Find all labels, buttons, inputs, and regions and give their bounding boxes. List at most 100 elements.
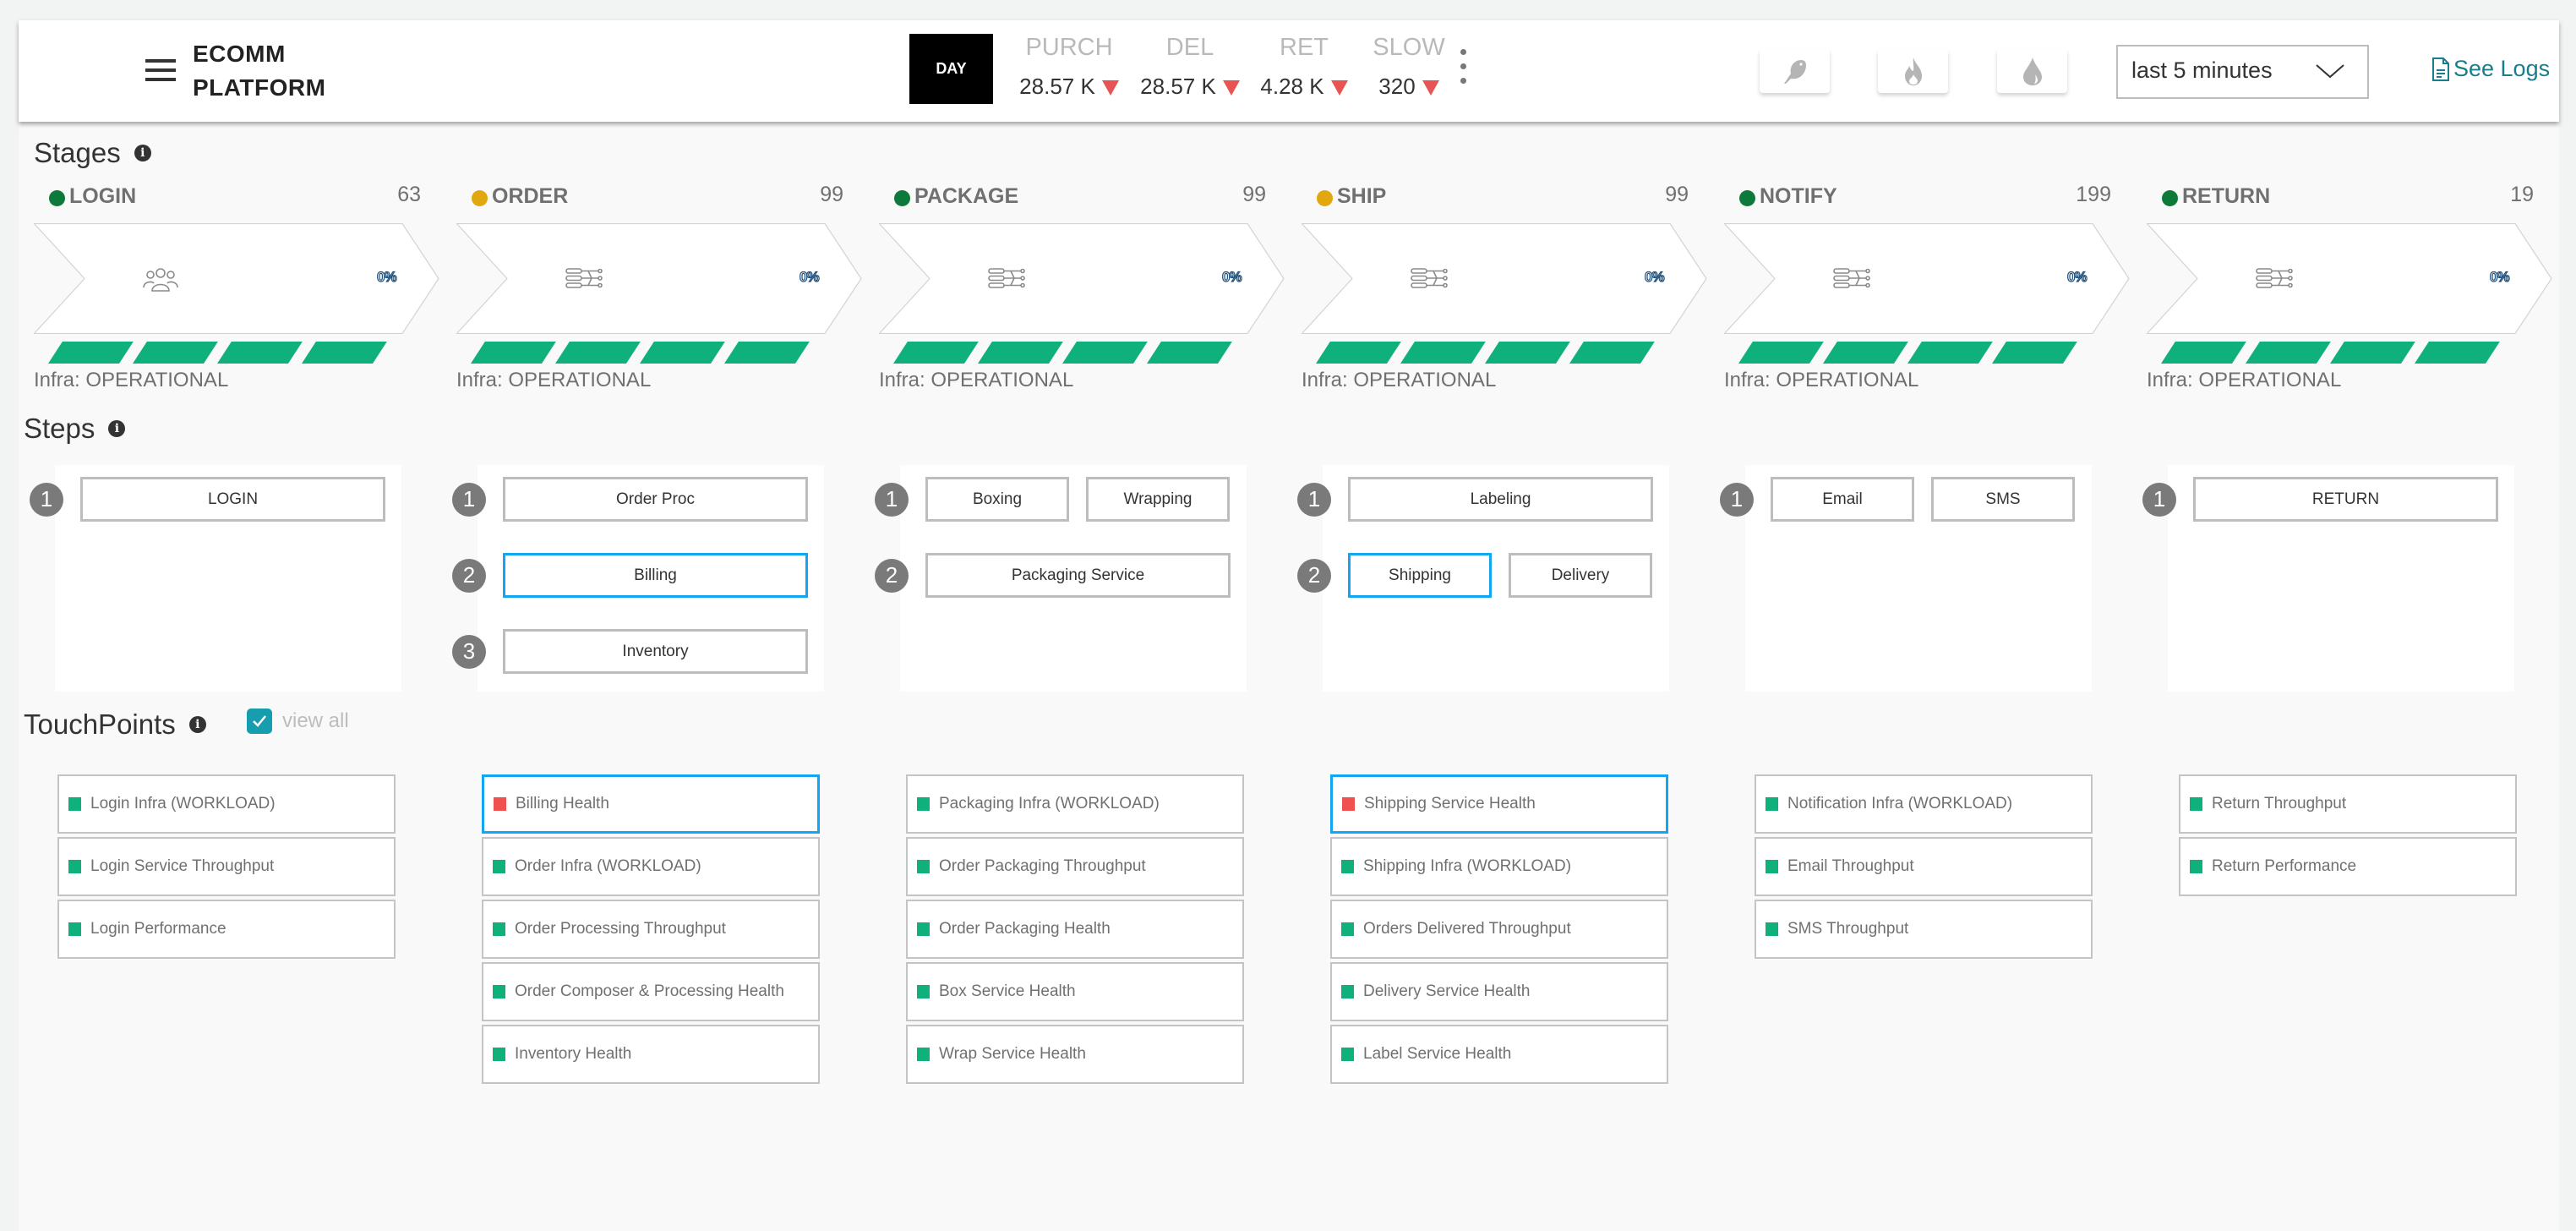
step-button-login[interactable]: LOGIN	[80, 477, 385, 522]
touchpoint-label: Label Service Health	[1363, 1045, 1512, 1063]
step-button-email[interactable]: Email	[1771, 477, 1914, 522]
touchpoint-card[interactable]: Order Packaging Throughput	[906, 837, 1244, 896]
step-button-shipping[interactable]: Shipping	[1348, 553, 1492, 598]
status-square-icon	[1341, 860, 1354, 873]
stage-package[interactable]: PACKAGE 99 0% Infra: OPERATIONAL	[879, 183, 1285, 396]
steps-panel-login: 1 LOGIN	[30, 465, 401, 692]
touchpoint-card[interactable]: Return Performance	[2179, 837, 2517, 896]
health-bar-segment	[555, 342, 641, 364]
touchpoint-card[interactable]: Login Infra (WORKLOAD)	[57, 774, 396, 834]
checkbox-checked-icon[interactable]	[247, 709, 272, 734]
status-square-icon	[68, 860, 81, 873]
touchpoint-card[interactable]: Box Service Health	[906, 962, 1244, 1021]
stage-count: 99	[1242, 183, 1266, 206]
info-icon[interactable]: i	[108, 420, 126, 437]
stage-header: LOGIN 63	[49, 183, 421, 211]
view-all-checkbox[interactable]: view all	[247, 709, 349, 734]
step-number-badge: 2	[452, 558, 486, 593]
touchpoint-card[interactable]: Notification Infra (WORKLOAD)	[1755, 774, 2093, 834]
stage-percent: 0%	[1221, 268, 1242, 285]
see-logs-label: See Logs	[2453, 56, 2551, 81]
touchpoint-card[interactable]: Order Packaging Health	[906, 900, 1244, 959]
step-button-labeling[interactable]: Labeling	[1348, 477, 1653, 522]
step-button-billing[interactable]: Billing	[503, 553, 808, 598]
fire-button[interactable]	[1878, 49, 1948, 93]
touchpoint-card[interactable]: Order Infra (WORKLOAD)	[482, 837, 820, 896]
stage-order[interactable]: ORDER 99 0% Infra: OPERATIONAL	[456, 183, 862, 396]
stage-return[interactable]: RETURN 19 0% Infra: OPERATIONAL	[2147, 183, 2552, 396]
time-range-select[interactable]: last 5 minutes	[2116, 45, 2369, 99]
info-icon[interactable]: i	[134, 145, 151, 161]
stage-login[interactable]: LOGIN 63 0% Infra: OPERATIONAL	[34, 183, 439, 396]
step-number-badge: 2	[1297, 558, 1331, 593]
step-button-packaging-service[interactable]: Packaging Service	[925, 553, 1231, 598]
touchpoints-column-return: Return Throughput Return Performance	[2179, 774, 2517, 900]
step-button-wrapping[interactable]: Wrapping	[1086, 477, 1230, 522]
step-number-badge: 1	[2142, 482, 2176, 517]
health-bar-segment	[302, 342, 387, 364]
step-button-inventory[interactable]: Inventory	[503, 629, 808, 674]
touchpoint-card[interactable]: Wrap Service Health	[906, 1025, 1244, 1084]
touchpoint-card[interactable]: Login Service Throughput	[57, 837, 396, 896]
stage-icon	[987, 267, 1026, 293]
status-dot-icon	[49, 190, 65, 206]
health-bars	[2147, 342, 2502, 364]
touchpoint-card[interactable]: Inventory Health	[482, 1025, 820, 1084]
touchpoint-card[interactable]: Label Service Health	[1330, 1025, 1668, 1084]
touchpoint-label: Login Service Throughput	[90, 857, 275, 875]
workflow-icon	[2256, 268, 2293, 288]
menu-icon[interactable]	[145, 59, 176, 81]
step-button-sms[interactable]: SMS	[1931, 477, 2075, 522]
touchpoint-card[interactable]: Order Processing Throughput	[482, 900, 820, 959]
stage-count: 19	[2510, 183, 2534, 206]
step-button-order-proc[interactable]: Order Proc	[503, 477, 808, 522]
touchpoint-card[interactable]: Email Throughput	[1755, 837, 2093, 896]
health-bar-segment	[1738, 342, 1824, 364]
touchpoint-card[interactable]: Billing Health	[482, 774, 820, 834]
status-square-icon	[917, 922, 930, 936]
stage-ship[interactable]: SHIP 99 0% Infra: OPERATIONAL	[1302, 183, 1707, 396]
touchpoint-card[interactable]: Return Throughput	[2179, 774, 2517, 834]
metric-value-row: 28.57 K	[1001, 71, 1137, 101]
drop-button[interactable]	[1997, 49, 2067, 93]
period-day-button[interactable]: DAY	[909, 34, 993, 104]
touchpoint-card[interactable]: Login Performance	[57, 900, 396, 959]
step-button-delivery[interactable]: Delivery	[1509, 553, 1652, 598]
info-icon[interactable]: i	[188, 716, 206, 733]
more-options-icon[interactable]	[1459, 47, 1467, 86]
stage-icon	[1832, 267, 1871, 293]
bird-button[interactable]	[1760, 49, 1830, 93]
health-bar-segment	[217, 342, 303, 364]
workflow-icon	[1833, 268, 1870, 288]
metric-value: 320	[1378, 74, 1416, 99]
touchpoint-card[interactable]: Packaging Infra (WORKLOAD)	[906, 774, 1244, 834]
stage-icon	[1410, 267, 1449, 293]
touchpoint-card[interactable]: Orders Delivered Throughput	[1330, 900, 1668, 959]
steps-heading: Steps i	[24, 413, 126, 445]
touchpoint-card[interactable]: Order Composer & Processing Health	[482, 962, 820, 1021]
status-square-icon	[493, 985, 505, 998]
stage-notify[interactable]: NOTIFY 199 0% Infra: OPERATIONAL	[1724, 183, 2130, 396]
step-button-boxing[interactable]: Boxing	[925, 477, 1069, 522]
touchpoints-column-login: Login Infra (WORKLOAD) Login Service Thro…	[57, 774, 396, 962]
touchpoint-card[interactable]: Delivery Service Health	[1330, 962, 1668, 1021]
chevron-down-icon	[2316, 64, 2344, 79]
step-row: 1 Email SMS	[1720, 477, 2075, 522]
stage-count: 99	[820, 183, 843, 206]
infra-status: Infra: OPERATIONAL	[1302, 369, 1497, 391]
metric-value: 28.57 K	[1019, 74, 1095, 99]
status-dot-icon	[894, 190, 910, 206]
step-button-return[interactable]: RETURN	[2193, 477, 2498, 522]
metric-purch: PURCH 28.57 K	[1001, 32, 1137, 101]
metric-slow: SLOW 320	[1341, 32, 1476, 101]
touchpoint-label: Order Packaging Health	[939, 920, 1111, 938]
touchpoint-card[interactable]: Shipping Infra (WORKLOAD)	[1330, 837, 1668, 896]
status-square-icon	[493, 922, 505, 936]
touchpoint-label: Billing Health	[516, 795, 609, 812]
touchpoint-card[interactable]: Shipping Service Health	[1330, 774, 1668, 834]
touchpoint-card[interactable]: SMS Throughput	[1755, 900, 2093, 959]
infra-status: Infra: OPERATIONAL	[456, 369, 652, 391]
touchpoints-column-ship: Shipping Service Health Shipping Infra (W…	[1330, 774, 1668, 1087]
infra-status: Infra: OPERATIONAL	[879, 369, 1074, 391]
see-logs-link[interactable]: See Logs	[2431, 56, 2550, 82]
